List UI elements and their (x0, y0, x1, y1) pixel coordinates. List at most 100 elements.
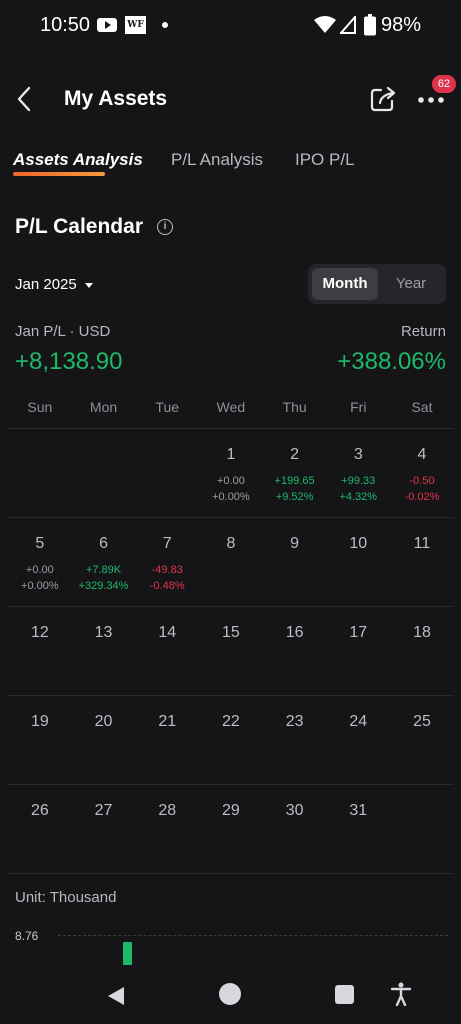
calendar-day-cell[interactable]: 4 -0.50 -0.02% (390, 429, 454, 517)
nav-recents-icon[interactable] (335, 985, 354, 1004)
battery-percent: 98% (381, 14, 422, 36)
pl-value: +8,138.90 (15, 348, 123, 375)
notification-badge: 62 (432, 75, 456, 93)
tab-ipo-pl[interactable]: IPO P/L (295, 150, 355, 170)
calendar-week-row: 5 +0.00 +0.00% 6 +7.89K +329.34% 7 -49.83 -0.48%… (8, 517, 454, 606)
day-number: 22 (222, 713, 240, 730)
day-number: 4 (417, 446, 427, 463)
calendar-day-cell[interactable]: 26 (8, 785, 72, 873)
accessibility-icon[interactable] (390, 982, 412, 1006)
day-number: 6 (99, 535, 108, 552)
day-number: 16 (285, 624, 304, 641)
day-return-value: +4.32% (339, 491, 378, 503)
calendar-day-cell[interactable]: 24 (326, 696, 390, 784)
calendar-day-cell[interactable]: 13 (72, 607, 136, 695)
weekday-label: Wed (216, 399, 246, 415)
calendar-day-cell[interactable]: 20 (72, 696, 136, 784)
calendar-day-cell[interactable]: 16 (263, 607, 327, 695)
month-view-button[interactable]: Month (312, 268, 378, 300)
day-return-value: +9.52% (275, 491, 314, 503)
calendar-day-cell[interactable]: 28 (135, 785, 199, 873)
day-pl-value: -0.50 (409, 475, 435, 487)
page-title: My Assets (64, 87, 168, 110)
calendar-day-cell[interactable]: 6 +7.89K +329.34% (72, 518, 136, 606)
calendar-day-cell[interactable]: 27 (72, 785, 136, 873)
back-chevron-icon[interactable] (12, 84, 42, 114)
dropdown-caret-icon[interactable] (85, 283, 93, 288)
calendar-day-cell[interactable]: 3 +99.33 +4.32% (326, 429, 390, 517)
chart-bar (123, 942, 132, 965)
day-number: 31 (349, 802, 368, 819)
day-number: 14 (158, 624, 177, 641)
calendar-day-cell[interactable]: 29 (199, 785, 263, 873)
calendar-day-cell[interactable]: 10 (326, 518, 390, 606)
calendar-bottom-divider (8, 873, 454, 874)
info-icon[interactable]: i (157, 219, 173, 235)
youtube-notification-icon (97, 18, 117, 32)
day-number: 24 (349, 713, 368, 730)
day-number: 30 (285, 802, 304, 819)
calendar-day-cell[interactable]: 17 (326, 607, 390, 695)
weekday-label: Fri (350, 399, 367, 415)
calendar-day-cell[interactable]: 5 +0.00 +0.00% (8, 518, 72, 606)
status-time: 10:50 (40, 14, 91, 36)
day-number: 20 (94, 713, 113, 730)
calendar-week-row: 12 13 14 15 16 17 18 (8, 606, 454, 695)
status-bar: 10:50 WF 98% (0, 0, 461, 52)
day-number (390, 802, 454, 822)
calendar-day-cell[interactable]: 12 (8, 607, 72, 695)
day-number: 25 (413, 713, 431, 730)
day-return-value: -0.02% (404, 491, 440, 503)
calendar-day-cell[interactable]: 22 (199, 696, 263, 784)
view-toggle: Month Year (308, 264, 446, 304)
calendar-day-cell[interactable]: 9 (263, 518, 327, 606)
calendar-day-cell[interactable]: 30 (263, 785, 327, 873)
chart-axis-max-label: 8.76 (15, 929, 39, 943)
section-title: P/L Calendar (15, 215, 143, 238)
day-number: 7 (162, 535, 172, 552)
calendar-day-cell[interactable]: 19 (8, 696, 72, 784)
share-icon[interactable] (368, 84, 398, 114)
return-label: Return (400, 323, 446, 340)
calendar-day-cell[interactable]: 31 (326, 785, 390, 873)
day-number: 1 (226, 446, 236, 463)
tab-assets-analysis[interactable]: Assets Analysis (13, 150, 143, 170)
nav-home-icon[interactable] (219, 983, 241, 1005)
calendar-day-cell[interactable]: 25 (390, 696, 454, 784)
day-pl-value: +0.00 (216, 475, 245, 487)
day-number: 19 (30, 713, 49, 730)
day-number: 9 (290, 535, 300, 552)
calendar-grid: 1 +0.00 +0.00% 2 +199.65 +9.52% 3 +99.33 +4.32% 4… (8, 428, 454, 874)
calendar-empty-cell (72, 429, 136, 517)
calendar-empty-cell (390, 785, 454, 873)
day-number: 13 (94, 624, 113, 641)
calendar-day-cell[interactable]: 18 (390, 607, 454, 695)
day-number (135, 446, 199, 466)
signal-icon (340, 16, 356, 34)
year-view-button[interactable]: Year (380, 268, 442, 300)
wf-notification-icon: WF (125, 16, 146, 34)
tab-pl-analysis[interactable]: P/L Analysis (171, 150, 263, 170)
calendar-week-row: 1 +0.00 +0.00% 2 +199.65 +9.52% 3 +99.33 +4.32% 4… (8, 428, 454, 517)
calendar-day-cell[interactable]: 11 (390, 518, 454, 606)
active-tab-indicator (13, 172, 105, 176)
month-selector[interactable]: Jan 2025 (15, 276, 77, 293)
day-number: 21 (158, 713, 177, 730)
calendar-day-cell[interactable]: 21 (135, 696, 199, 784)
day-number: 15 (222, 624, 240, 641)
calendar-day-cell[interactable]: 2 +199.65 +9.52% (263, 429, 327, 517)
day-number: 17 (349, 624, 368, 641)
calendar-day-cell[interactable]: 15 (199, 607, 263, 695)
battery-icon (364, 14, 376, 36)
wifi-icon (314, 16, 336, 33)
calendar-day-cell[interactable]: 23 (263, 696, 327, 784)
calendar-day-cell[interactable]: 1 +0.00 +0.00% (199, 429, 263, 517)
weekday-label: Sat (411, 399, 433, 415)
nav-back-icon[interactable] (106, 986, 126, 1006)
calendar-day-cell[interactable]: 8 (199, 518, 263, 606)
calendar-day-cell[interactable]: 14 (135, 607, 199, 695)
calendar-day-cell[interactable]: 7 -49.83 -0.48% (135, 518, 199, 606)
day-number: 27 (94, 802, 113, 819)
day-number: 23 (285, 713, 304, 730)
day-pl-value: +7.89K (85, 564, 122, 576)
